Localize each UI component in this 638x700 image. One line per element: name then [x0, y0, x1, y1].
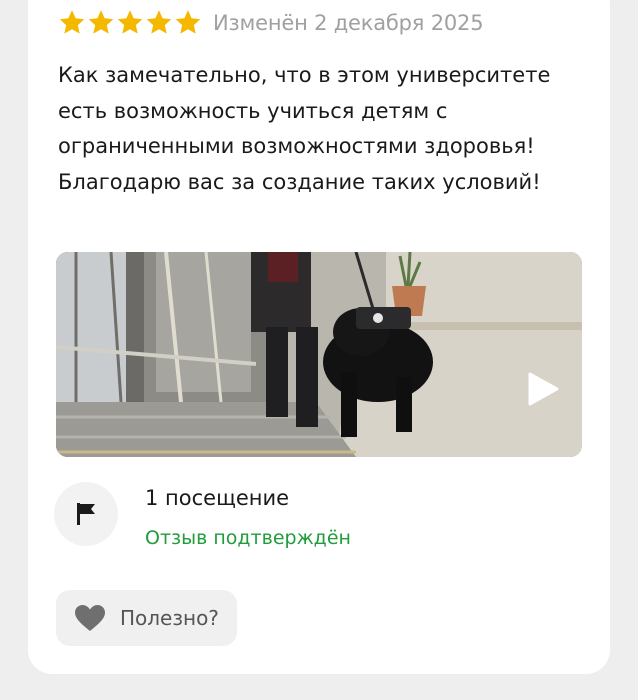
flag-icon [77, 503, 95, 525]
star-icon [174, 9, 202, 36]
helpful-button[interactable]: Полезно? [56, 590, 237, 646]
star-rating [58, 9, 203, 36]
video-thumbnail[interactable] [56, 252, 582, 457]
star-icon [58, 9, 86, 36]
review-text: Как замечательно, что в этом университет… [58, 63, 551, 194]
heart-icon [75, 605, 105, 631]
play-icon[interactable] [526, 371, 560, 407]
rating-row: Изменён 2 декабря 2025 [58, 9, 484, 36]
verified-status: Отзыв подтверждён [145, 527, 351, 549]
review-date: Изменён 2 декабря 2025 [213, 10, 484, 35]
star-icon [87, 9, 115, 36]
star-icon [116, 9, 144, 36]
visit-count: 1 посещение [145, 486, 290, 510]
star-icon [145, 9, 173, 36]
video-preview-image [56, 252, 582, 457]
helpful-label: Полезно? [120, 606, 219, 630]
visit-flag-badge [54, 482, 118, 546]
review-card: Изменён 2 декабря 2025 Как замечательно,… [28, 0, 610, 674]
